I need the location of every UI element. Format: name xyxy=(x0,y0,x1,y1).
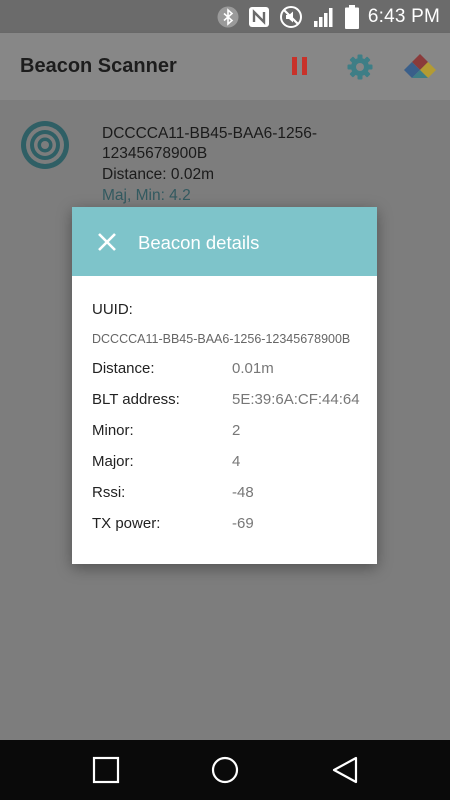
app-title: Beacon Scanner xyxy=(20,55,177,77)
dialog-header: Beacon details xyxy=(72,207,377,276)
tx-power-label: TX power: xyxy=(92,515,161,532)
app-logo-icon[interactable] xyxy=(402,53,438,78)
status-icons: 6:43 PM xyxy=(217,4,440,30)
minor-label: Minor: xyxy=(92,422,134,439)
beacon-distance: Distance: 0.02m xyxy=(102,166,214,183)
uuid-label: UUID: xyxy=(92,301,133,318)
rssi-label: Rssi: xyxy=(92,484,126,501)
pause-icon[interactable] xyxy=(292,57,308,75)
close-icon[interactable] xyxy=(97,232,117,252)
navigation-bar xyxy=(0,740,450,800)
dialog-title: Beacon details xyxy=(138,232,260,253)
major-label: Major: xyxy=(92,453,134,470)
beacon-uuid: DCCCCA11-BB45-BAA6-1256-12345678900B xyxy=(102,125,318,162)
app-bar: Beacon Scanner xyxy=(0,33,450,100)
mute-icon xyxy=(279,5,303,29)
nfc-icon xyxy=(248,6,270,28)
beacon-details-dialog: Beacon details UUID: DCCCCA11-BB45-BAA6-… xyxy=(72,207,377,564)
minor-value: 2 xyxy=(232,422,241,439)
uuid-value: DCCCCA11-BB45-BAA6-1256-12345678900B xyxy=(92,332,351,346)
blt-address-value: 5E:39:6A:CF:44:64 xyxy=(232,391,360,408)
status-time: 6:43 PM xyxy=(367,6,440,27)
battery-icon xyxy=(344,5,359,29)
rssi-value: -48 xyxy=(232,484,254,501)
tx-power-value: -69 xyxy=(232,515,254,532)
recent-apps-icon[interactable] xyxy=(91,755,121,785)
back-icon[interactable] xyxy=(330,755,360,785)
signal-icon xyxy=(312,5,336,29)
beacon-icon xyxy=(20,120,70,170)
home-icon[interactable] xyxy=(210,755,240,785)
distance-label: Distance: xyxy=(92,360,155,377)
status-bar: 6:43 PM xyxy=(0,0,450,33)
distance-value: 0.01m xyxy=(232,360,274,377)
bluetooth-icon xyxy=(217,6,239,28)
beacon-major-minor: Maj, Min: 4.2 xyxy=(102,187,191,204)
gear-icon[interactable] xyxy=(346,53,374,81)
major-value: 4 xyxy=(232,453,241,470)
blt-address-label: BLT address: xyxy=(92,391,180,408)
